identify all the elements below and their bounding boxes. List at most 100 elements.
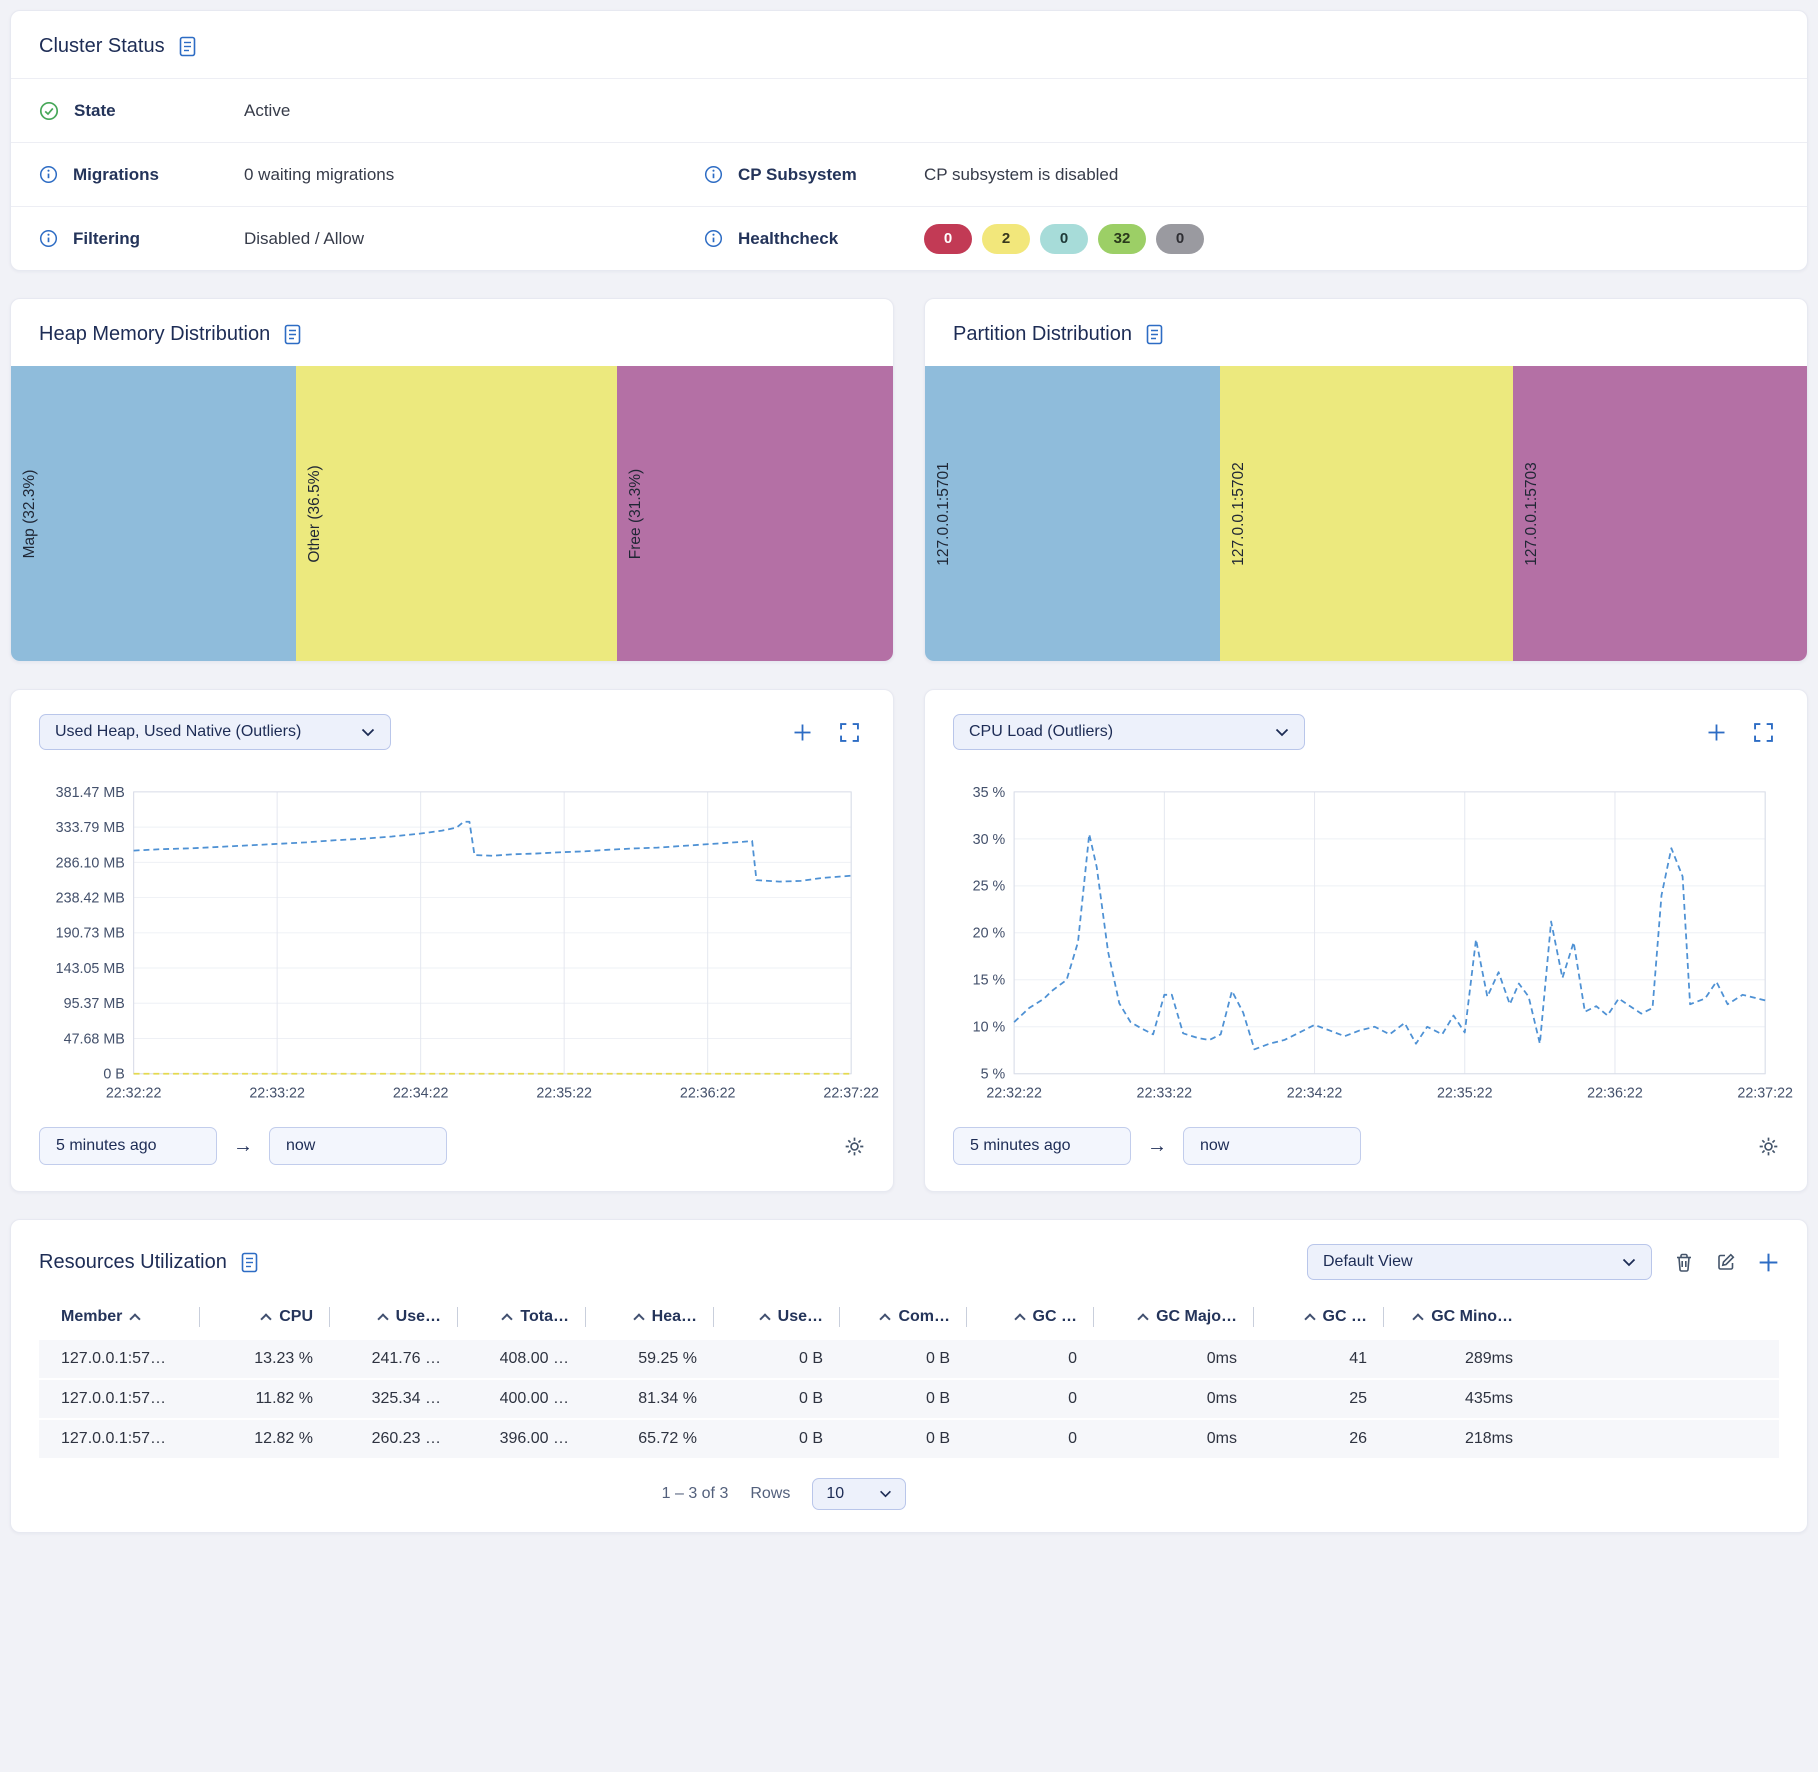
resources-utilization-panel: Resources Utilization Default View [10,1219,1808,1533]
cpu-metric-select[interactable]: CPU Load (Outliers) [953,714,1305,750]
column-header[interactable]: GC … [1253,1294,1383,1340]
value-cell: 11.82 % [199,1390,329,1408]
column-header[interactable]: Com… [839,1294,966,1340]
time-range-from-input[interactable]: 5 minutes ago [39,1127,217,1165]
distribution-segment[interactable]: Map (32.3%) [11,366,296,661]
view-select[interactable]: Default View [1307,1244,1652,1280]
column-header-label: Member [61,1308,122,1326]
value-cell: 13.23 % [199,1350,329,1368]
segment-label: 127.0.0.1:5703 [1523,462,1541,565]
arrow-right-icon: → [233,1135,253,1158]
chevron-down-icon [1622,1258,1636,1267]
chevron-down-icon [1275,728,1289,737]
svg-text:190.73 MB: 190.73 MB [56,926,125,942]
add-view-icon[interactable] [1758,1252,1779,1273]
document-icon[interactable] [283,324,302,345]
member-cell: 127.0.0.1:57… [39,1390,199,1408]
value-cell: 325.34 … [329,1390,457,1408]
fullscreen-icon[interactable] [1754,723,1773,742]
cluster-status-panel: Cluster Status State Active Migrations 0… [10,10,1808,271]
healthcheck-badge[interactable]: 0 [924,224,972,254]
heap-metric-select[interactable]: Used Heap, Used Native (Outliers) [39,714,391,750]
column-header[interactable]: GC … [966,1294,1093,1340]
rows-per-page-select[interactable]: 10 [812,1478,906,1510]
document-icon[interactable] [240,1252,259,1273]
time-range-to-input[interactable]: now [269,1127,447,1165]
column-header[interactable]: Hea… [585,1294,713,1340]
document-icon[interactable] [1145,324,1164,345]
column-header-label: GC … [1033,1308,1077,1326]
healthcheck-badge[interactable]: 0 [1040,224,1088,254]
gear-icon[interactable] [844,1136,865,1157]
svg-text:95.37 MB: 95.37 MB [64,996,125,1012]
filtering-value: Disabled / Allow [244,229,704,249]
value-cell: 0 B [713,1390,839,1408]
distribution-segment[interactable]: 127.0.0.1:5703 [1513,366,1807,661]
value-cell: 0 B [839,1350,966,1368]
value-cell: 289ms [1383,1350,1529,1368]
svg-text:0 B: 0 B [103,1067,124,1083]
used-heap-chart: 0 B47.68 MB95.37 MB143.05 MB190.73 MB238… [39,782,865,1109]
column-header-label: GC Majo… [1156,1308,1237,1326]
svg-text:238.42 MB: 238.42 MB [56,890,125,906]
column-header[interactable]: CPU [199,1294,329,1340]
healthcheck-badge[interactable]: 0 [1156,224,1204,254]
info-icon[interactable] [39,229,58,248]
value-cell: 396.00 … [457,1430,585,1448]
value-cell: 26 [1253,1430,1383,1448]
chevron-down-icon [879,1490,892,1498]
time-range-to-input[interactable]: now [1183,1127,1361,1165]
value-cell: 25 [1253,1390,1383,1408]
add-chart-icon[interactable] [793,723,812,742]
state-label-group: State [39,101,244,121]
column-header[interactable]: Use… [713,1294,839,1340]
sort-ascending-icon [1304,1314,1315,1325]
info-icon[interactable] [39,165,58,184]
distribution-segment[interactable]: 127.0.0.1:5701 [925,366,1220,661]
column-header[interactable]: GC Majo… [1093,1294,1253,1340]
resources-table: MemberCPUUse…Tota…Hea…Use…Com…GC …GC Maj… [11,1294,1807,1460]
table-row[interactable]: 127.0.0.1:57…12.82 %260.23 …396.00 …65.7… [39,1420,1779,1460]
svg-text:286.10 MB: 286.10 MB [56,855,125,871]
state-label: State [74,101,116,121]
sort-ascending-icon [759,1314,770,1325]
value-cell: 408.00 … [457,1350,585,1368]
svg-text:30 %: 30 % [973,832,1006,848]
value-cell: 81.34 % [585,1390,713,1408]
edit-view-icon[interactable] [1716,1252,1736,1272]
gear-icon[interactable] [1758,1136,1779,1157]
resources-table-body: 127.0.0.1:57…13.23 %241.76 …408.00 …59.2… [39,1340,1779,1460]
distribution-segment[interactable]: 127.0.0.1:5702 [1220,366,1514,661]
value-cell: 0 B [713,1430,839,1448]
value-cell: 0 [966,1350,1093,1368]
table-row[interactable]: 127.0.0.1:57…11.82 %325.34 …400.00 …81.3… [39,1380,1779,1420]
column-header[interactable]: Use… [329,1294,457,1340]
svg-text:143.05 MB: 143.05 MB [56,961,125,977]
distribution-segment[interactable]: Other (36.5%) [296,366,618,661]
delete-view-icon[interactable] [1674,1252,1694,1273]
healthcheck-badge[interactable]: 2 [982,224,1030,254]
value-cell: 241.76 … [329,1350,457,1368]
column-header[interactable]: Tota… [457,1294,585,1340]
time-range-from-input[interactable]: 5 minutes ago [953,1127,1131,1165]
svg-text:381.47 MB: 381.47 MB [56,785,125,801]
info-icon[interactable] [704,229,723,248]
sort-ascending-icon [1413,1314,1424,1325]
healthcheck-badge[interactable]: 32 [1098,224,1146,254]
value-cell: 0ms [1093,1350,1253,1368]
segment-label: Map (32.3%) [21,469,39,558]
info-icon[interactable] [704,165,723,184]
cpu-metric-select-value: CPU Load (Outliers) [969,723,1113,741]
table-row[interactable]: 127.0.0.1:57…13.23 %241.76 …408.00 …59.2… [39,1340,1779,1380]
segment-label: Free (31.3%) [627,468,645,558]
column-header-label: GC Mino… [1431,1308,1513,1326]
column-header[interactable]: GC Mino… [1383,1294,1529,1340]
sort-ascending-icon [261,1314,272,1325]
add-chart-icon[interactable] [1707,723,1726,742]
document-icon[interactable] [178,36,197,57]
member-cell: 127.0.0.1:57… [39,1430,199,1448]
column-header[interactable]: Member [39,1294,199,1340]
fullscreen-icon[interactable] [840,723,859,742]
distribution-segment[interactable]: Free (31.3%) [617,366,893,661]
filtering-label: Filtering [73,229,140,249]
